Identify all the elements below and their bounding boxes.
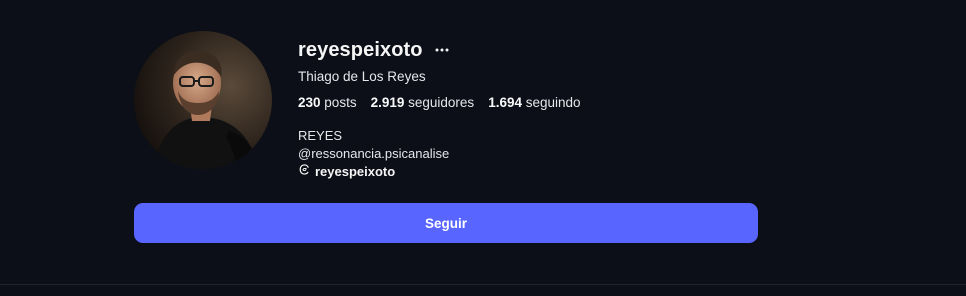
threads-link[interactable]: reyespeixoto [298,163,581,181]
followers-stat[interactable]: 2.919 seguidores [371,95,475,110]
username-row: reyespeixoto [298,36,581,64]
bio: REYES @ressonancia.psicanalise reyespeix… [298,127,581,181]
following-count: 1.694 [488,95,522,110]
more-options-icon[interactable] [433,41,451,59]
following-label: seguindo [525,95,581,110]
bio-mention-link[interactable]: @ressonancia.psicanalise [298,145,581,163]
posts-stat: 230 posts [298,95,357,110]
profile-page: reyespeixoto Thiago de Los Reyes 230 pos… [0,0,966,296]
follow-button[interactable]: Seguir [134,203,758,243]
profile-photo [134,31,272,169]
avatar[interactable] [134,31,272,169]
followers-label: seguidores [408,95,475,110]
following-stat[interactable]: 1.694 seguindo [488,95,580,110]
profile-stats: 230 posts 2.919 seguidores 1.694 seguind… [298,95,581,110]
profile-info: reyespeixoto Thiago de Los Reyes 230 pos… [298,36,581,181]
full-name: Thiago de Los Reyes [298,69,426,84]
threads-icon [298,163,311,181]
username: reyespeixoto [298,38,423,61]
divider [0,284,966,285]
posts-label: posts [324,95,357,110]
bio-line: REYES [298,128,343,143]
followers-count: 2.919 [370,95,405,110]
posts-count: 230 [298,95,321,110]
threads-handle: reyespeixoto [315,164,396,179]
